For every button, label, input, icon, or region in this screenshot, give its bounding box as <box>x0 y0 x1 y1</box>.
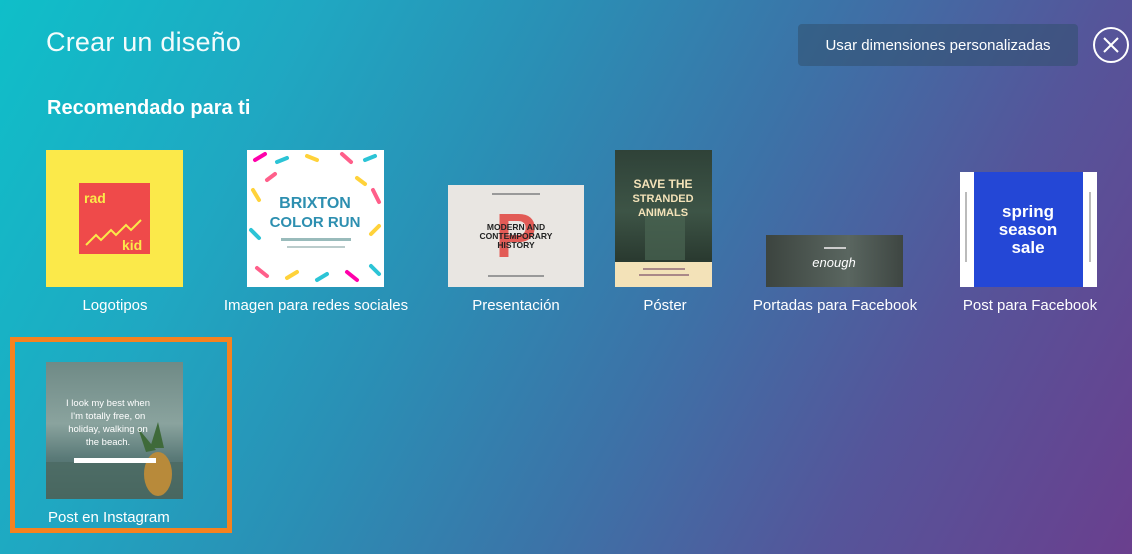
card-label: Imagen para redes sociales <box>223 297 409 314</box>
close-button[interactable] <box>1093 27 1129 63</box>
page-title: Crear un diseño <box>46 27 242 57</box>
close-icon <box>1103 37 1119 53</box>
presentacion-line3: HISTORY <box>497 240 535 250</box>
card-label: Logotipos <box>82 297 148 314</box>
post-facebook-thumbnail: spring season sale <box>960 172 1097 287</box>
poster-line2: STRANDED <box>632 193 693 205</box>
post-instagram-thumbnail: I look my best when I'm totally free, on… <box>46 362 183 499</box>
logotipos-thumbnail: rad kid <box>46 150 183 287</box>
card-label: Post en Instagram <box>48 509 170 526</box>
portadas-facebook-thumbnail: enough <box>766 235 903 287</box>
portada-text: enough <box>812 255 855 270</box>
card-label: Portadas para Facebook <box>752 297 918 314</box>
card-post-facebook[interactable]: spring season sale Post para Facebook <box>945 150 1115 320</box>
card-label: Póster <box>643 297 687 314</box>
instagram-line4: the beach. <box>86 437 130 448</box>
presentacion-thumbnail: P MODERN AND CONTEMPORARY HISTORY <box>448 185 584 287</box>
poster-line1: SAVE THE <box>633 177 692 191</box>
card-post-instagram[interactable]: I look my best when I'm totally free, on… <box>30 362 200 527</box>
card-imagen-redes-sociales[interactable]: BRIXTON COLOR RUN Imagen para redes soci… <box>205 150 427 320</box>
instagram-line3: holiday, walking on <box>68 424 148 435</box>
logo-text-kid: kid <box>122 237 142 253</box>
section-title: Recomendado para ti <box>47 97 251 119</box>
poster-thumbnail: SAVE THE STRANDED ANIMALS <box>615 150 712 287</box>
poster-line3: ANIMALS <box>638 207 688 219</box>
logo-text-rad: rad <box>84 190 106 206</box>
post-line1: spring <box>1002 202 1054 221</box>
card-label: Post para Facebook <box>962 297 1098 314</box>
post-line2: season <box>999 220 1058 239</box>
brixton-line2: COLOR RUN <box>270 214 361 231</box>
post-line3: sale <box>1011 238 1044 257</box>
card-logotipos[interactable]: rad kid Logotipos <box>30 150 200 320</box>
card-poster[interactable]: SAVE THE STRANDED ANIMALS Póster <box>605 150 725 320</box>
custom-dimensions-button[interactable]: Usar dimensiones personalizadas <box>798 24 1078 66</box>
brixton-line1: BRIXTON <box>279 195 351 212</box>
instagram-line2: I'm totally free, on <box>71 411 146 422</box>
card-label: Presentación <box>472 297 560 314</box>
instagram-line1: I look my best when <box>66 398 150 409</box>
card-presentacion[interactable]: P MODERN AND CONTEMPORARY HISTORY Presen… <box>440 150 592 320</box>
card-portadas-facebook[interactable]: enough Portadas para Facebook <box>740 150 930 320</box>
redes-sociales-thumbnail: BRIXTON COLOR RUN <box>247 150 384 287</box>
